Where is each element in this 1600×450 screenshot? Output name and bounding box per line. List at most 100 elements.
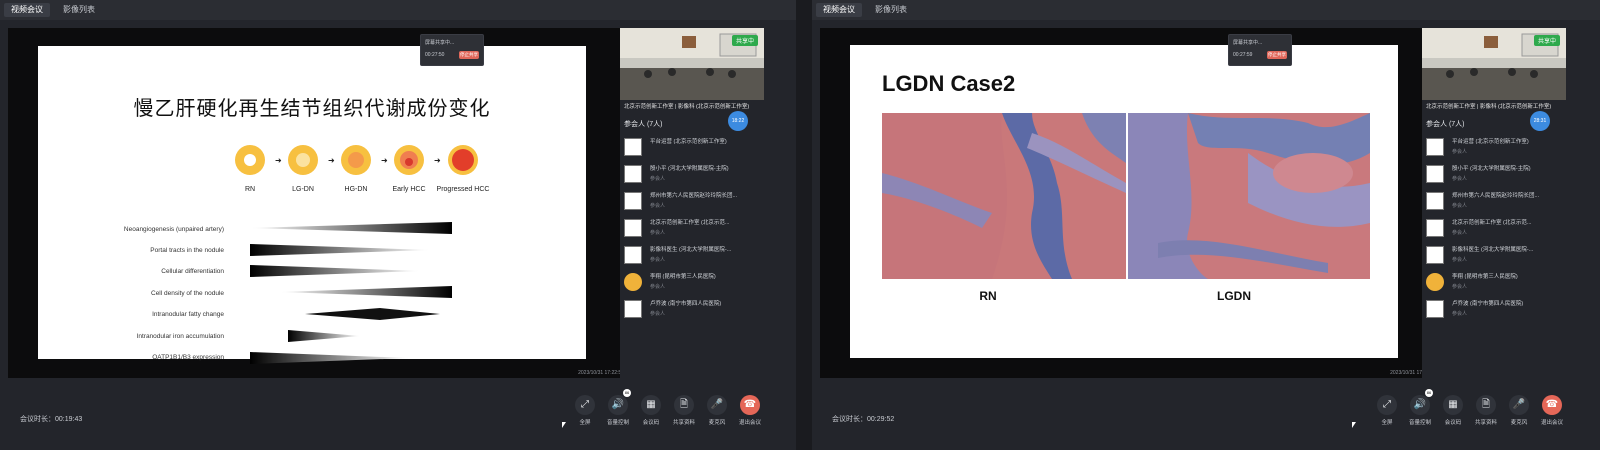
tab-image-list[interactable]: 影像列表 xyxy=(56,3,102,17)
nodule-rn xyxy=(235,145,265,175)
wedge-fatty-change xyxy=(305,308,440,320)
pane-divider xyxy=(796,0,812,450)
participant-role: 参会人 xyxy=(1452,149,1468,155)
side-panel: 共享中 北京示范创新工作室 | 影像科 (北京示范创新工作室) 18:22 参会… xyxy=(620,28,776,378)
sharing-badge: 共享中 xyxy=(731,35,758,46)
control-bar: 会议时长：00:29:52 ⤢ 全屏 🔊 86 音量控制 ▦ 会议码 🗎 共享资料 🎤 麦克… xyxy=(812,378,1600,450)
volume-badge: 86 xyxy=(623,389,631,397)
wedge-cell-density xyxy=(280,286,452,298)
participant-list: 平台运营 (北京示范创新工作室) 参会人 殷小平 (河北大学附属医院-主院) 参会人… xyxy=(1426,136,1571,325)
participant-item[interactable]: 殷小平 (河北大学附属医院-主院) 参会人 xyxy=(624,163,769,190)
avatar xyxy=(1426,138,1444,156)
share-status: 屏幕共享中... xyxy=(1233,40,1263,46)
control-label: 音量控制 xyxy=(606,420,629,426)
arrow-icon: ➜ xyxy=(434,156,441,165)
image-label-lgdn: LGDN xyxy=(1217,289,1251,303)
participant-item[interactable]: 李翔 (昆明市第三人民医院) 参会人 xyxy=(1426,271,1571,298)
camera-feed[interactable]: 共享中 xyxy=(620,28,764,100)
timer-bubble[interactable]: 28:31 xyxy=(1530,111,1550,131)
slide: LGDN Case2 RN LGDN xyxy=(850,45,1398,358)
volume-button[interactable]: 🔊 86 音量控制 xyxy=(1405,389,1435,426)
participant-role: 参会人 xyxy=(650,257,666,263)
slide-title: 慢乙肝硬化再生结节组织代谢成份变化 xyxy=(133,98,491,120)
microphone-icon: 🎤 xyxy=(1509,395,1529,415)
microphone-button[interactable]: 🎤 麦克风 xyxy=(1504,395,1534,426)
share-time: 00:27:59 xyxy=(1233,52,1253,58)
slide-title: LGDN Case2 xyxy=(882,71,1016,96)
microphone-button[interactable]: 🎤 麦克风 xyxy=(702,395,732,426)
participant-item[interactable]: 李翔 (昆明市第三人民医院) 参会人 xyxy=(624,271,769,298)
feature-label: Intranodular iron accumulation xyxy=(136,333,224,340)
participant-item[interactable]: 卢乔波 (南宁市第四人民医院) 参会人 xyxy=(1426,298,1571,325)
leave-meeting-button[interactable]: ☎ 退出会议 xyxy=(735,395,765,426)
meeting-code-button[interactable]: ▦ 会议码 xyxy=(1438,395,1468,426)
share-materials-button[interactable]: 🗎 共享资料 xyxy=(1471,395,1501,426)
avatar xyxy=(624,300,642,318)
fullscreen-button[interactable]: ⤢ 全屏 xyxy=(570,395,600,426)
camera-caption: 北京示范创新工作室 | 影像科 (北京示范创新工作室) xyxy=(624,104,750,110)
participant-item[interactable]: 殷小平 (河北大学附属医院-主院) 参会人 xyxy=(1426,163,1571,190)
shared-screen: LGDN Case2 RN LGDN 屏幕共享中... 00:27:59 停止共… xyxy=(820,28,1440,378)
side-panel: 共享中 北京示范创新工作室 | 影像科 (北京示范创新工作室) 28:31 参会… xyxy=(1422,28,1578,378)
control-label: 退出会议 xyxy=(1540,420,1563,426)
share-materials-button[interactable]: 🗎 共享资料 xyxy=(669,395,699,426)
participant-item[interactable]: 北京示范创新工作室 (北京示范... 参会人 xyxy=(1426,217,1571,244)
participant-role: 参会人 xyxy=(650,176,666,182)
expand-icon: ⤢ xyxy=(1377,395,1397,415)
participant-role: 参会人 xyxy=(1452,284,1468,290)
stop-share-button[interactable]: 停止共享 xyxy=(1267,51,1287,59)
participant-item[interactable]: 平台运营 (北京示范创新工作室) xyxy=(624,136,769,163)
avatar xyxy=(1426,300,1444,318)
participants-header: 参会人 (7人) xyxy=(1426,121,1465,128)
meeting-duration: 会议时长：00:29:52 xyxy=(832,416,895,423)
participant-item[interactable]: 北京示范创新工作室 (北京示范... 参会人 xyxy=(624,217,769,244)
wedge-differentiation xyxy=(250,265,420,277)
participant-role: 参会人 xyxy=(1452,230,1468,236)
microphone-icon: 🎤 xyxy=(707,395,727,415)
participant-role: 参会人 xyxy=(650,230,666,236)
wedge-portal-tracts xyxy=(250,244,430,256)
nodule-lg-dn xyxy=(288,145,318,175)
participant-item[interactable]: 平台运营 (北京示范创新工作室) 参会人 xyxy=(1426,136,1571,163)
leave-meeting-button[interactable]: ☎ 退出会议 xyxy=(1537,395,1567,426)
expand-icon: ⤢ xyxy=(575,395,595,415)
participant-item[interactable]: 影像科医生 (河北大学附属医院-... 参会人 xyxy=(624,244,769,271)
tab-bar: 视频会议 影像列表 xyxy=(0,0,796,20)
participant-item[interactable]: 影像科医生 (河北大学附属医院-... 参会人 xyxy=(1426,244,1571,271)
control-label: 全屏 xyxy=(1381,420,1393,426)
volume-button[interactable]: 🔊 86 音量控制 xyxy=(603,389,633,426)
tab-video-meeting[interactable]: 视频会议 xyxy=(4,3,50,17)
tab-image-list[interactable]: 影像列表 xyxy=(868,3,914,17)
avatar xyxy=(624,165,642,183)
wedge-iron xyxy=(288,330,360,342)
avatar xyxy=(624,219,642,237)
participant-name: 李翔 (昆明市第三人民医院) xyxy=(650,274,716,280)
volume-badge: 86 xyxy=(1425,389,1433,397)
avatar xyxy=(624,192,642,210)
avatar xyxy=(624,138,642,156)
control-label: 退出会议 xyxy=(738,420,761,426)
participant-item[interactable]: 郑州市第六人民医院赵玲玲院长团... 参会人 xyxy=(624,190,769,217)
participant-item[interactable]: 卢乔波 (南宁市第四人民医院) 参会人 xyxy=(624,298,769,325)
participant-name: 李翔 (昆明市第三人民医院) xyxy=(1452,274,1518,280)
control-label: 音量控制 xyxy=(1408,420,1431,426)
camera-feed[interactable]: 共享中 xyxy=(1422,28,1566,100)
timer-bubble[interactable]: 18:22 xyxy=(728,111,748,131)
meeting-window-left: 视频会议 影像列表 慢乙肝硬化再生结节组织代谢成份变化 ➜ ➜ ➜ ➜ RN L… xyxy=(0,0,796,450)
stop-share-button[interactable]: 停止共享 xyxy=(459,51,479,59)
wedge-neoangiogenesis xyxy=(250,222,452,234)
trend-wedges xyxy=(250,222,452,364)
feature-label: Cellular differentiation xyxy=(161,268,224,275)
participant-name: 郑州市第六人民医院赵玲玲院长团... xyxy=(650,193,738,199)
fullscreen-button[interactable]: ⤢ 全屏 xyxy=(1372,395,1402,426)
mouse-cursor-icon xyxy=(1352,422,1356,428)
participant-item[interactable]: 郑州市第六人民医院赵玲玲院长团... 参会人 xyxy=(1426,190,1571,217)
shared-screen: 慢乙肝硬化再生结节组织代谢成份变化 ➜ ➜ ➜ ➜ RN LG-DN HG-DN… xyxy=(8,28,628,378)
participant-role: 参会人 xyxy=(650,203,666,209)
document-icon: 🗎 xyxy=(1476,395,1496,415)
document-icon: 🗎 xyxy=(674,395,694,415)
tab-video-meeting[interactable]: 视频会议 xyxy=(816,3,862,17)
participant-list: 平台运营 (北京示范创新工作室) 殷小平 (河北大学附属医院-主院) 参会人 郑州… xyxy=(624,136,769,325)
meeting-code-button[interactable]: ▦ 会议码 xyxy=(636,395,666,426)
control-label: 麦克风 xyxy=(708,420,726,426)
